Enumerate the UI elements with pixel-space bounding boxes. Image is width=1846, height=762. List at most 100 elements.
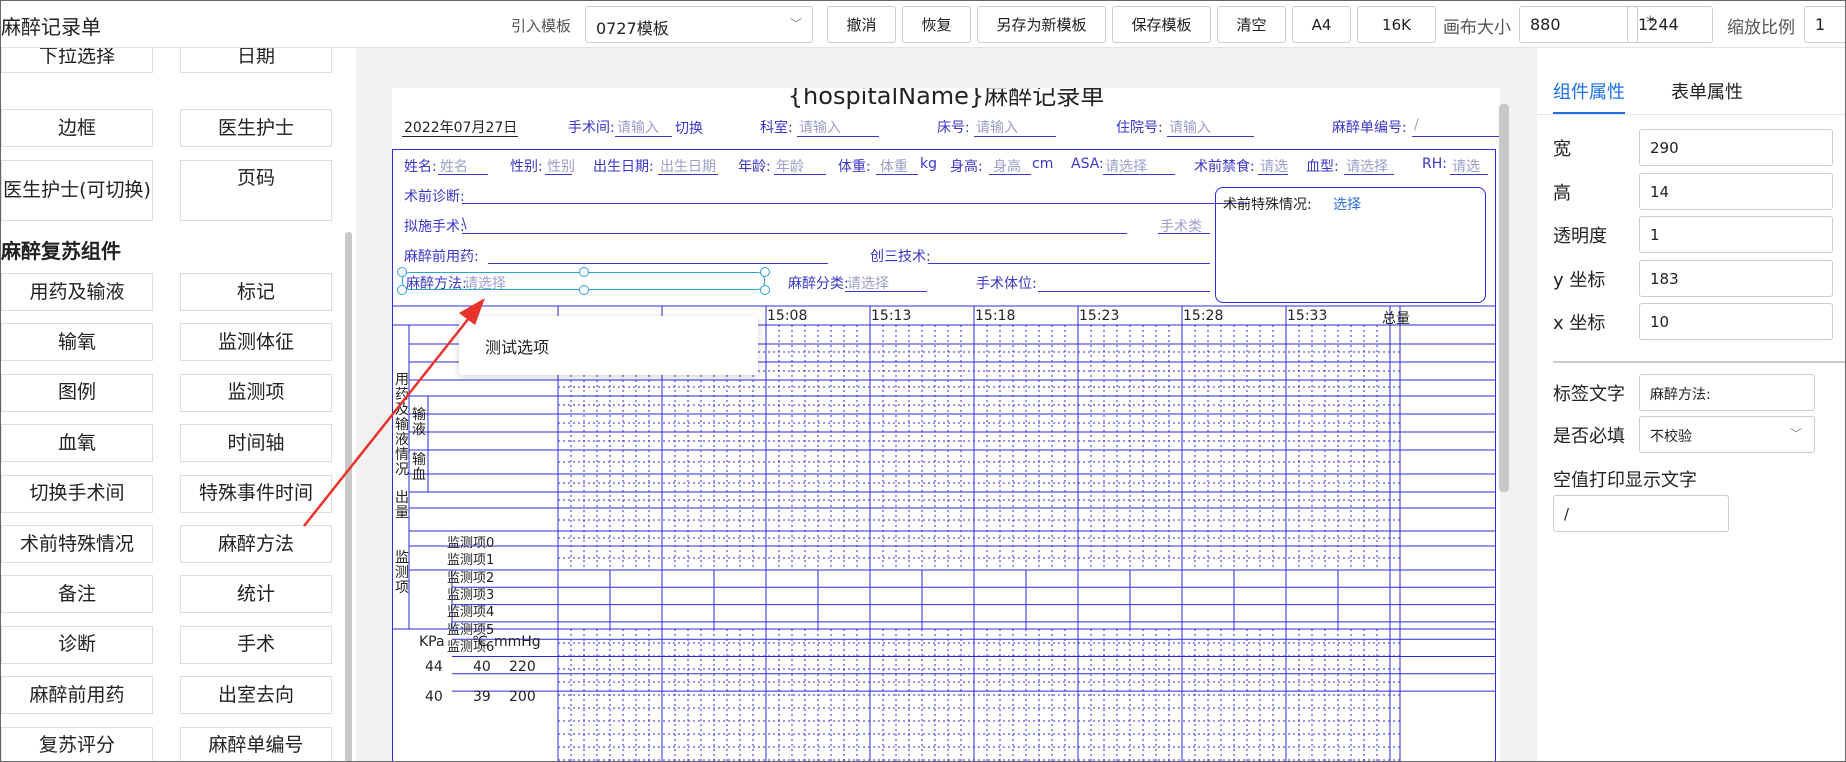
- component-border[interactable]: 边框: [1, 109, 153, 147]
- prop-opacity-input[interactable]: 1: [1639, 216, 1833, 253]
- time-label: 15:18: [975, 308, 1016, 324]
- tag-text-input[interactable]: 麻醉方法:: [1639, 374, 1815, 411]
- left-panel-scrollbar[interactable]: [345, 232, 352, 761]
- time-label: 15:08: [767, 308, 808, 324]
- component-diagnosis[interactable]: 诊断: [1, 625, 153, 664]
- monitor-item-label: 监测项3: [447, 587, 495, 603]
- 16k-button[interactable]: 16K: [1357, 6, 1436, 43]
- component-vital-signs[interactable]: 监测体征: [180, 323, 332, 362]
- component-record-number[interactable]: 麻醉单编号: [180, 726, 332, 761]
- time-label: 15:23: [1079, 308, 1120, 324]
- time-label: 15:13: [871, 308, 912, 324]
- prop-y-coord-label: y 坐标: [1553, 269, 1606, 291]
- component-legend[interactable]: 图例: [1, 373, 153, 412]
- component-page-number[interactable]: 页码: [180, 160, 332, 221]
- scale-unit-celsius: ℃: [472, 634, 488, 650]
- scale-unit-kpa: KPa: [419, 634, 445, 650]
- monitor-item-label: 监测项1: [447, 553, 495, 569]
- canvas-scrollbar[interactable]: [1499, 104, 1509, 492]
- component-statistics[interactable]: 统计: [180, 575, 332, 614]
- redo-button[interactable]: 恢复: [902, 6, 971, 43]
- prop-opacity-label: 透明度: [1553, 226, 1607, 247]
- scale-value: 40: [473, 659, 491, 675]
- component-surgery[interactable]: 手术: [180, 625, 332, 664]
- save-template-button[interactable]: 保存模板: [1112, 6, 1211, 43]
- component-anesthesia-method[interactable]: 麻醉方法: [180, 525, 332, 563]
- scale-value: 220: [509, 659, 536, 675]
- component-exit-destination[interactable]: 出室去向: [180, 676, 332, 715]
- time-label: 15:33: [1287, 308, 1328, 324]
- toolbar: 麻醉记录单 引入模板 0727模板 ﹀ 撤消 恢复 另存为新模板 保存模板 清空…: [1, 1, 1845, 48]
- infusion-label: 输液: [412, 407, 426, 438]
- transfusion-label: 输血: [412, 452, 426, 483]
- component-special-event-time[interactable]: 特殊事件时间: [180, 474, 332, 513]
- monitor-item-label: 监测项2: [447, 570, 495, 586]
- component-premedication[interactable]: 麻醉前用药: [1, 676, 153, 715]
- component-label: 下拉选择: [38, 48, 115, 67]
- save-as-new-template-button[interactable]: 另存为新模板: [977, 6, 1106, 43]
- template-select-value: 0727模板: [596, 19, 669, 38]
- record-form-paper: {hospitalName}麻醉记录单 2022年07月27日 手术间: 请输入…: [392, 88, 1500, 761]
- anesthesia-method-dropdown: 测试选项: [459, 316, 758, 375]
- prop-x-coord-input[interactable]: 10: [1639, 303, 1833, 340]
- chevron-down-icon: ﹀: [789, 17, 802, 31]
- record-grid: [392, 305, 1496, 761]
- zoom-input[interactable]: 1: [1804, 6, 1845, 43]
- component-timeline[interactable]: 时间轴: [180, 424, 332, 463]
- tab-component-props[interactable]: 组件属性: [1553, 78, 1625, 104]
- component-mark[interactable]: 标记: [180, 273, 332, 311]
- component-doctor-nurse-switchable[interactable]: 医生护士(可切换): [1, 160, 153, 221]
- undo-button[interactable]: 撤消: [827, 6, 896, 43]
- zoom-label: 缩放比例: [1727, 18, 1795, 38]
- prop-width-input[interactable]: 290: [1639, 129, 1833, 166]
- dropdown-option[interactable]: 测试选项: [485, 334, 549, 358]
- template-label: 引入模板: [511, 17, 572, 35]
- monitor-item-label: 监测项0: [447, 536, 495, 551]
- component-doctor-nurse[interactable]: 医生护士: [180, 109, 332, 147]
- prop-width-label: 宽: [1553, 139, 1571, 160]
- component-switch-room[interactable]: 切换手术间: [1, 474, 153, 513]
- component-date[interactable]: 日期: [180, 48, 332, 73]
- component-dropdown-select[interactable]: 下拉选择: [1, 48, 153, 73]
- chevron-down-icon: ﹀: [1789, 427, 1802, 441]
- canvas-height-input[interactable]: 1244: [1627, 6, 1713, 43]
- component-pre-op-special[interactable]: 术前特殊情况: [1, 525, 153, 563]
- component-remark[interactable]: 备注: [1, 575, 153, 614]
- app-title: 麻醉记录单: [1, 15, 101, 39]
- app-window: 麻醉记录单 引入模板 0727模板 ﹀ 撤消 恢复 另存为新模板 保存模板 清空…: [0, 0, 1846, 762]
- empty-print-label: 空值打印显示文字: [1553, 470, 1697, 491]
- monitor-item-label: 监测项4: [447, 605, 495, 621]
- tag-text-label: 标签文字: [1553, 384, 1625, 405]
- tab-form-props[interactable]: 表单属性: [1671, 78, 1743, 104]
- required-select[interactable]: 不校验 ﹀: [1639, 416, 1815, 453]
- prop-height-input[interactable]: 14: [1639, 172, 1833, 210]
- scale-value: 200: [509, 689, 536, 705]
- component-blood-oxygen[interactable]: 血氧: [1, 424, 153, 463]
- property-panel: 组件属性 表单属性 宽 290 高 14 透明度 1 y 坐标 183 x 坐标 10 标签文字 …: [1537, 48, 1845, 761]
- monitor-section-label: 监测项: [395, 550, 409, 596]
- required-label: 是否必填: [1553, 426, 1625, 447]
- total-header: 总量: [1382, 311, 1410, 327]
- required-select-value: 不校验: [1650, 429, 1692, 445]
- output-label: 出量: [395, 490, 409, 521]
- prop-y-coord-input[interactable]: 183: [1639, 259, 1833, 297]
- time-label: 15:28: [1183, 308, 1224, 324]
- prop-height-label: 高: [1553, 182, 1571, 204]
- canvas-width-input[interactable]: 880: [1519, 6, 1638, 43]
- component-monitor-item[interactable]: 监测项: [180, 373, 332, 412]
- component-oxygen[interactable]: 输氧: [1, 323, 153, 362]
- component-drug-infusion[interactable]: 用药及输液: [1, 273, 153, 311]
- scale-unit-mmhg: mmHg: [494, 634, 541, 650]
- drug-section-label: 用药及输液情况: [395, 372, 409, 478]
- a4-button[interactable]: A4: [1292, 6, 1351, 43]
- component-recovery-score[interactable]: 复苏评分: [1, 726, 153, 761]
- template-select[interactable]: 0727模板 ﹀: [585, 6, 813, 43]
- component-panel: 下拉选择 日期 边框 医生护士 医生护士(可切换) 页码 麻醉复苏组件 用药及输…: [1, 48, 356, 761]
- empty-print-input[interactable]: /: [1553, 495, 1729, 532]
- canvas-size-label: 画布大小: [1443, 18, 1511, 38]
- prop-x-coord-label: x 坐标: [1553, 313, 1606, 334]
- clear-button[interactable]: 清空: [1217, 6, 1286, 43]
- section-title: 麻醉复苏组件: [1, 239, 121, 263]
- component-label: 日期: [236, 48, 275, 67]
- scale-value: 44: [425, 659, 443, 675]
